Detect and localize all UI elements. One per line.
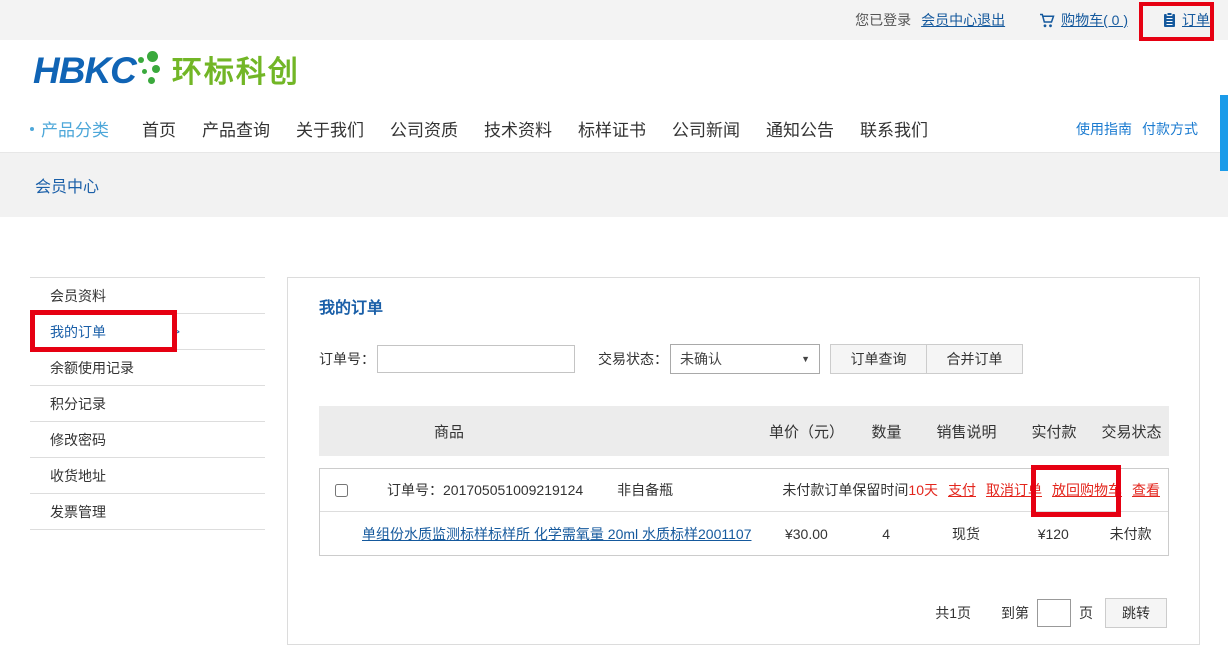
order-no-input[interactable]: [377, 345, 575, 373]
logo-molecule-icon: [136, 49, 166, 93]
table-header: 商品 单价（元） 数量 销售说明 实付款 交易状态: [319, 406, 1169, 456]
sidebar-item-label: 余额使用记录: [50, 358, 134, 378]
nav-user-guide[interactable]: 使用指南: [1076, 119, 1132, 139]
page-title: 我的订单: [319, 294, 383, 318]
nav-item-sample-certificates[interactable]: 标样证书: [578, 116, 646, 141]
cart-icon: [1039, 12, 1056, 29]
unit-price-value: ¥30.00: [759, 526, 854, 542]
logo-name: 环标科创: [172, 53, 300, 93]
product-cell: 单组份水质监测标样标样所 化学需氧量 20ml 水质标样2001107: [320, 524, 759, 544]
col-header-trade-status: 交易状态: [1094, 421, 1169, 442]
sidebar-item-invoice-management[interactable]: 发票管理: [30, 494, 265, 530]
merge-orders-button[interactable]: 合并订单: [926, 344, 1023, 374]
trade-status-value: 未付款: [1093, 524, 1168, 544]
nav-product-category-label: 产品分类: [41, 116, 109, 141]
bottle-note: 非自备瓶: [617, 480, 673, 500]
trade-status-selected-value: 未确认: [680, 349, 722, 369]
sidebar-item-change-password[interactable]: 修改密码: [30, 422, 265, 458]
floating-sidebar-handle: [1220, 95, 1228, 171]
cancel-order-link[interactable]: 取消订单: [986, 480, 1042, 500]
sidebar-item-member-profile[interactable]: 会员资料: [30, 278, 265, 314]
col-header-unit-price: 单价（元）: [759, 421, 854, 442]
trade-status-select[interactable]: 未确认 ▼: [670, 344, 820, 374]
order-icon: [1162, 12, 1177, 28]
header: HBKC 环标科创: [0, 40, 1228, 105]
logged-in-text: 您已登录: [855, 10, 911, 30]
order-number-text: 订单号：201705051009219124: [387, 480, 583, 500]
col-header-goods: 商品: [319, 421, 579, 442]
sidebar-item-label: 收货地址: [50, 466, 106, 486]
view-link[interactable]: 查看: [1132, 480, 1160, 500]
nav-item-product-search[interactable]: 产品查询: [202, 116, 270, 141]
order-product-row: 单组份水质监测标样标样所 化学需氧量 20ml 水质标样2001107 ¥30.…: [320, 512, 1168, 555]
sidebar-item-my-orders[interactable]: 我的订单 >: [30, 314, 265, 350]
nav-payment-methods[interactable]: 付款方式: [1142, 119, 1198, 139]
sidebar-item-label: 发票管理: [50, 502, 106, 522]
chevron-right-icon: >: [172, 324, 180, 339]
nav-right-links: 使用指南 付款方式: [1076, 119, 1198, 139]
order-summary-row: 订单号：201705051009219124 非自备瓶 未付款订单保留时间10天…: [320, 469, 1168, 512]
pay-link[interactable]: 支付: [948, 480, 976, 500]
col-header-sale-note: 销售说明: [919, 421, 1014, 442]
goto-page-prefix: 到第: [1001, 603, 1029, 623]
product-link[interactable]: 单组份水质监测标样标样所 化学需氧量 20ml 水质标样2001107: [362, 526, 751, 542]
jump-button[interactable]: 跳转: [1105, 598, 1167, 628]
col-header-quantity: 数量: [854, 421, 919, 442]
quantity-value: 4: [854, 526, 919, 542]
order-query-button[interactable]: 订单查询: [830, 344, 927, 374]
member-center-exit-link[interactable]: 会员中心退出: [921, 10, 1005, 30]
retain-days: 10天: [908, 482, 938, 498]
bullet-icon: [30, 127, 34, 131]
sidebar-item-shipping-address[interactable]: 收货地址: [30, 458, 265, 494]
order-actions: 未付款订单保留时间10天 支付 取消订单 放回购物车 查看: [782, 480, 1160, 500]
order-no-label: 订单号：: [319, 349, 375, 369]
sidebar-item-label: 会员资料: [50, 286, 106, 306]
goto-page-input[interactable]: [1037, 599, 1071, 627]
sidebar-item-label: 修改密码: [50, 430, 106, 450]
topbar: 您已登录 会员中心退出 购物车( 0 ) 订单: [0, 0, 1228, 40]
sidebar: 会员资料 我的订单 > 余额使用记录 积分记录 修改密码 收货地址 发票管理: [30, 277, 265, 530]
order-checkbox[interactable]: [335, 484, 348, 497]
order-row: 订单号：201705051009219124 非自备瓶 未付款订单保留时间10天…: [319, 468, 1169, 556]
logo[interactable]: HBKC 环标科创: [33, 49, 300, 93]
nav-item-company-qualification[interactable]: 公司资质: [390, 116, 458, 141]
return-to-cart-link[interactable]: 放回购物车: [1052, 480, 1122, 500]
sidebar-item-balance-history[interactable]: 余额使用记录: [30, 350, 265, 386]
order-filter-bar: 订单号： 交易状态： 未确认 ▼ 订单查询 合并订单: [319, 344, 1023, 374]
nav-product-category[interactable]: 产品分类: [30, 116, 109, 141]
cart-link-label: 购物车( 0 ): [1061, 10, 1128, 30]
nav-item-about-us[interactable]: 关于我们: [296, 116, 364, 141]
nav-item-contact-us[interactable]: 联系我们: [860, 116, 928, 141]
nav-item-announcements[interactable]: 通知公告: [766, 116, 834, 141]
caret-down-icon: ▼: [801, 354, 810, 364]
breadcrumb: 会员中心: [35, 173, 99, 197]
order-link[interactable]: 订单: [1162, 10, 1210, 30]
breadcrumb-band: 会员中心: [0, 152, 1228, 217]
trade-status-label: 交易状态：: [598, 349, 668, 369]
sidebar-item-label: 我的订单: [50, 322, 106, 342]
cart-link[interactable]: 购物车( 0 ): [1039, 10, 1128, 30]
nav-items: 首页 产品查询 关于我们 公司资质 技术资料 标样证书 公司新闻 通知公告 联系…: [142, 116, 928, 141]
main-content: 我的订单 订单号： 交易状态： 未确认 ▼ 订单查询 合并订单 商品 单价（元）…: [287, 277, 1200, 645]
sale-note-value: 现货: [919, 524, 1014, 544]
order-link-label: 订单: [1182, 10, 1210, 30]
page: 您已登录 会员中心退出 购物车( 0 ) 订单 HBKC 环标科创: [0, 0, 1228, 648]
sidebar-item-label: 积分记录: [50, 394, 106, 414]
nav-item-technical-materials[interactable]: 技术资料: [484, 116, 552, 141]
main-nav: 产品分类 首页 产品查询 关于我们 公司资质 技术资料 标样证书 公司新闻 通知…: [0, 105, 1228, 152]
retain-time-text: 未付款订单保留时间10天: [782, 480, 938, 500]
col-header-paid: 实付款: [1014, 421, 1094, 442]
goto-page-suffix: 页: [1079, 603, 1093, 623]
nav-item-home[interactable]: 首页: [142, 116, 176, 141]
logo-abbr: HBKC: [33, 49, 136, 93]
pagination: 共1页 到第 页 跳转: [935, 598, 1167, 628]
total-pages-text: 共1页: [935, 603, 971, 623]
paid-value: ¥120: [1013, 526, 1093, 542]
nav-item-company-news[interactable]: 公司新闻: [672, 116, 740, 141]
sidebar-item-points-history[interactable]: 积分记录: [30, 386, 265, 422]
